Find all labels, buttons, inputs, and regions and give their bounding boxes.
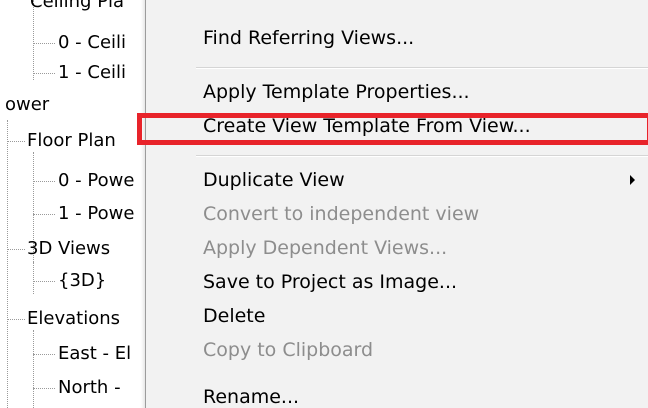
- tree-item-view[interactable]: 1 - Powe: [0, 201, 150, 227]
- tree-connector: [33, 214, 55, 215]
- tree-item-label: Floor Plan: [27, 130, 116, 151]
- tree-item-elevations[interactable]: Elevations: [0, 306, 150, 332]
- tree-item-ceiling-plans[interactable]: Ceiling Pla: [0, 0, 150, 15]
- context-menu: Find Referring Views... Apply Template P…: [145, 0, 648, 408]
- menu-item-copy-to-clipboard[interactable]: Copy to Clipboard: [203, 333, 373, 367]
- menu-item-duplicate-view[interactable]: Duplicate View: [203, 163, 345, 197]
- menu-item-rename[interactable]: Rename...: [203, 380, 299, 408]
- tree-item-floor-plans[interactable]: Floor Plan: [0, 128, 150, 154]
- menu-icon-gutter: [146, 0, 184, 408]
- tree-item-3d-views[interactable]: 3D Views: [0, 236, 150, 262]
- tree-connector: [33, 281, 55, 282]
- tree-item-label: 1 - Powe: [58, 203, 135, 224]
- tree-connector: [33, 43, 55, 44]
- tree-item-group-power[interactable]: ower: [0, 92, 150, 118]
- tree-item-label: North -: [58, 377, 121, 398]
- tree-item-label: 0 - Powe: [58, 170, 135, 191]
- tree-connector: [33, 354, 55, 355]
- menu-item-find-referring-views[interactable]: Find Referring Views...: [203, 21, 414, 55]
- submenu-arrow-icon: [630, 175, 635, 185]
- menu-item-delete[interactable]: Delete: [203, 299, 265, 333]
- tree-item-view[interactable]: 0 - Ceili: [0, 30, 150, 56]
- tree-item-label: 0 - Ceili: [58, 32, 127, 53]
- menu-item-apply-template-properties[interactable]: Apply Template Properties...: [203, 75, 470, 109]
- menu-item-save-to-project-as-image[interactable]: Save to Project as Image...: [203, 265, 457, 299]
- tree-item-label: 3D Views: [27, 238, 111, 259]
- tree-item-view[interactable]: 0 - Powe: [0, 168, 150, 194]
- highlight-annotation-box: [137, 113, 648, 145]
- tree-item-view[interactable]: {3D}: [0, 268, 150, 294]
- project-browser-tree: Ceiling Pla 0 - Ceili 1 - Ceili ower Flo…: [0, 0, 150, 408]
- tree-item-label: ower: [5, 94, 50, 115]
- screen: Ceiling Pla 0 - Ceili 1 - Ceili ower Flo…: [0, 0, 648, 408]
- tree-item-label: East - El: [58, 343, 132, 364]
- tree-connector: [33, 388, 55, 389]
- tree-item-label: Ceiling Pla: [30, 0, 125, 12]
- menu-separator: [196, 155, 648, 157]
- menu-separator: [196, 67, 648, 69]
- menu-item-convert-to-independent-view[interactable]: Convert to independent view: [203, 197, 479, 231]
- tree-item-view[interactable]: 1 - Ceili: [0, 60, 150, 86]
- tree-item-label: {3D}: [58, 270, 107, 291]
- tree-connector: [7, 249, 25, 250]
- tree-connector: [7, 141, 25, 142]
- tree-connector: [33, 181, 55, 182]
- tree-connector: [33, 73, 55, 74]
- tree-item-label: 1 - Ceili: [58, 62, 127, 83]
- tree-item-view[interactable]: East - El: [0, 341, 150, 367]
- menu-item-apply-dependent-views[interactable]: Apply Dependent Views...: [203, 231, 447, 265]
- tree-item-view[interactable]: North -: [0, 375, 150, 401]
- tree-item-label: Elevations: [27, 308, 120, 329]
- tree-connector: [7, 319, 25, 320]
